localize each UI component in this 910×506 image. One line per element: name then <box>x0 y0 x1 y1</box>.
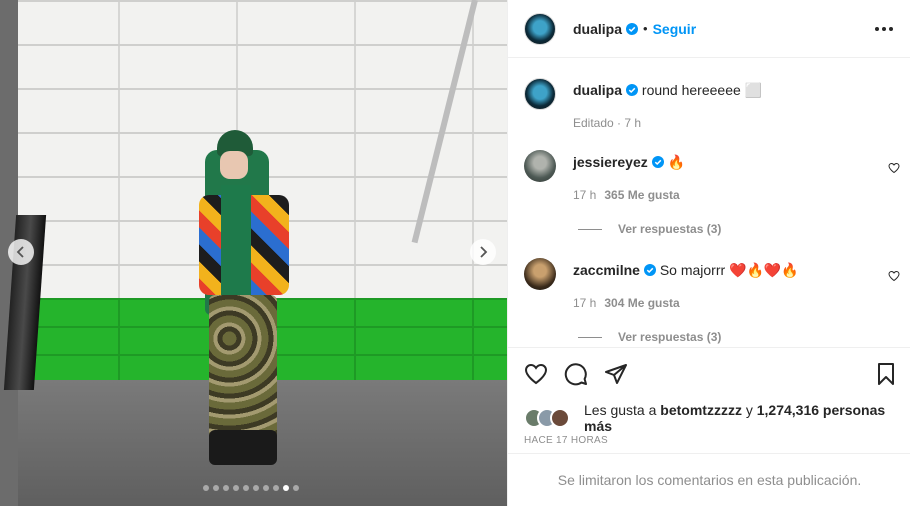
comment-meta: 17 h 365 Me gusta <box>573 188 894 202</box>
comment-text: 🔥 <box>667 154 686 170</box>
verified-badge-icon <box>626 22 639 35</box>
comment-item: zaccmilne So majorrr ❤️🔥❤️🔥 17 h 304 Me g… <box>524 258 900 344</box>
person-boots <box>209 430 277 465</box>
carousel-dot <box>253 485 259 491</box>
replies-line <box>578 228 602 230</box>
photo-person <box>195 125 295 470</box>
comment-time: 17 h <box>573 188 597 202</box>
carousel-indicator <box>203 485 299 491</box>
comment-item: jessiereyez 🔥 17 h 365 Me gusta Ver respu… <box>524 150 900 236</box>
view-replies-button[interactable]: Ver respuestas (3) <box>578 222 894 236</box>
verified-badge-icon <box>626 84 639 96</box>
verified-badge-icon <box>643 264 656 276</box>
more-options-icon[interactable] <box>875 20 893 38</box>
carousel-dot <box>273 485 279 491</box>
post-timestamp[interactable]: HACE 17 HORAS <box>524 435 608 446</box>
likes-text: Les gusta a betomtzzzzz y 1,274,316 pers… <box>584 402 910 434</box>
post-actions-bar <box>508 347 910 403</box>
carousel-dot <box>263 485 269 491</box>
person-face <box>220 151 248 179</box>
likes-middle: y <box>741 402 757 418</box>
comments-limited-notice: Se limitaron los comentarios en esta pub… <box>508 453 910 506</box>
comment-like-icon[interactable] <box>888 270 900 282</box>
carousel-dot <box>223 485 229 491</box>
caption-username[interactable]: dualipa <box>573 82 622 98</box>
carousel-next-button[interactable] <box>470 239 496 265</box>
carousel-dot <box>203 485 209 491</box>
carousel-dot <box>283 485 289 491</box>
view-replies-button[interactable]: Ver respuestas (3) <box>578 330 894 344</box>
replies-line <box>578 336 602 338</box>
likes-summary: Les gusta a betomtzzzzz y 1,274,316 pers… <box>524 402 910 434</box>
comment-text: So majorrr ❤️🔥❤️🔥 <box>659 262 799 278</box>
person-pants <box>209 295 277 440</box>
chevron-right-icon <box>480 246 488 258</box>
like-icon[interactable] <box>524 362 548 386</box>
view-replies-label: Ver respuestas (3) <box>618 330 722 344</box>
post-side-panel: dualipa • Seguir dualipa round hereeeee … <box>507 0 910 506</box>
follow-button[interactable]: Seguir <box>653 21 697 37</box>
likes-prefix: Les gusta a <box>584 402 661 418</box>
liker-avatars <box>524 408 570 428</box>
post-header: dualipa • Seguir <box>508 0 910 58</box>
caption-text: round hereeeee ⬜ <box>641 82 763 98</box>
save-bookmark-icon[interactable] <box>874 362 898 386</box>
carousel-dot <box>213 485 219 491</box>
caption-meta: Editado · 7 h <box>573 116 642 130</box>
carousel-dot <box>293 485 299 491</box>
author-username[interactable]: dualipa <box>573 21 622 37</box>
likes-user[interactable]: betomtzzzzz <box>660 402 742 418</box>
comment-body: jessiereyez 🔥 <box>573 153 685 171</box>
comment-avatar[interactable] <box>524 150 556 182</box>
person-scarf <box>221 185 251 305</box>
verified-badge-icon <box>651 156 664 168</box>
comment-avatar[interactable] <box>524 258 556 290</box>
view-replies-label: Ver respuestas (3) <box>618 222 722 236</box>
carousel-dot <box>243 485 249 491</box>
comment-icon[interactable] <box>564 362 588 386</box>
comment-meta: 17 h 304 Me gusta <box>573 296 894 310</box>
comment-username[interactable]: jessiereyez <box>573 154 648 170</box>
header-separator: • <box>643 21 648 36</box>
carousel-dot <box>233 485 239 491</box>
chevron-left-icon <box>16 246 24 258</box>
comment-likes[interactable]: 365 Me gusta <box>604 188 679 202</box>
comment-like-icon[interactable] <box>888 162 900 174</box>
post-photo[interactable] <box>0 0 507 506</box>
liker-avatar <box>550 408 570 428</box>
post-caption: dualipa round hereeeee ⬜ Editado · 7 h <box>524 78 894 130</box>
comment-time: 17 h <box>573 296 597 310</box>
caption-avatar[interactable] <box>524 78 556 110</box>
caption-text-block: dualipa round hereeeee ⬜ <box>573 81 762 99</box>
comment-username[interactable]: zaccmilne <box>573 262 640 278</box>
comment-body: zaccmilne So majorrr ❤️🔥❤️🔥 <box>573 261 799 279</box>
share-icon[interactable] <box>604 362 628 386</box>
author-avatar[interactable] <box>524 12 556 45</box>
carousel-prev-button[interactable] <box>8 239 34 265</box>
comment-likes[interactable]: 304 Me gusta <box>604 296 679 310</box>
